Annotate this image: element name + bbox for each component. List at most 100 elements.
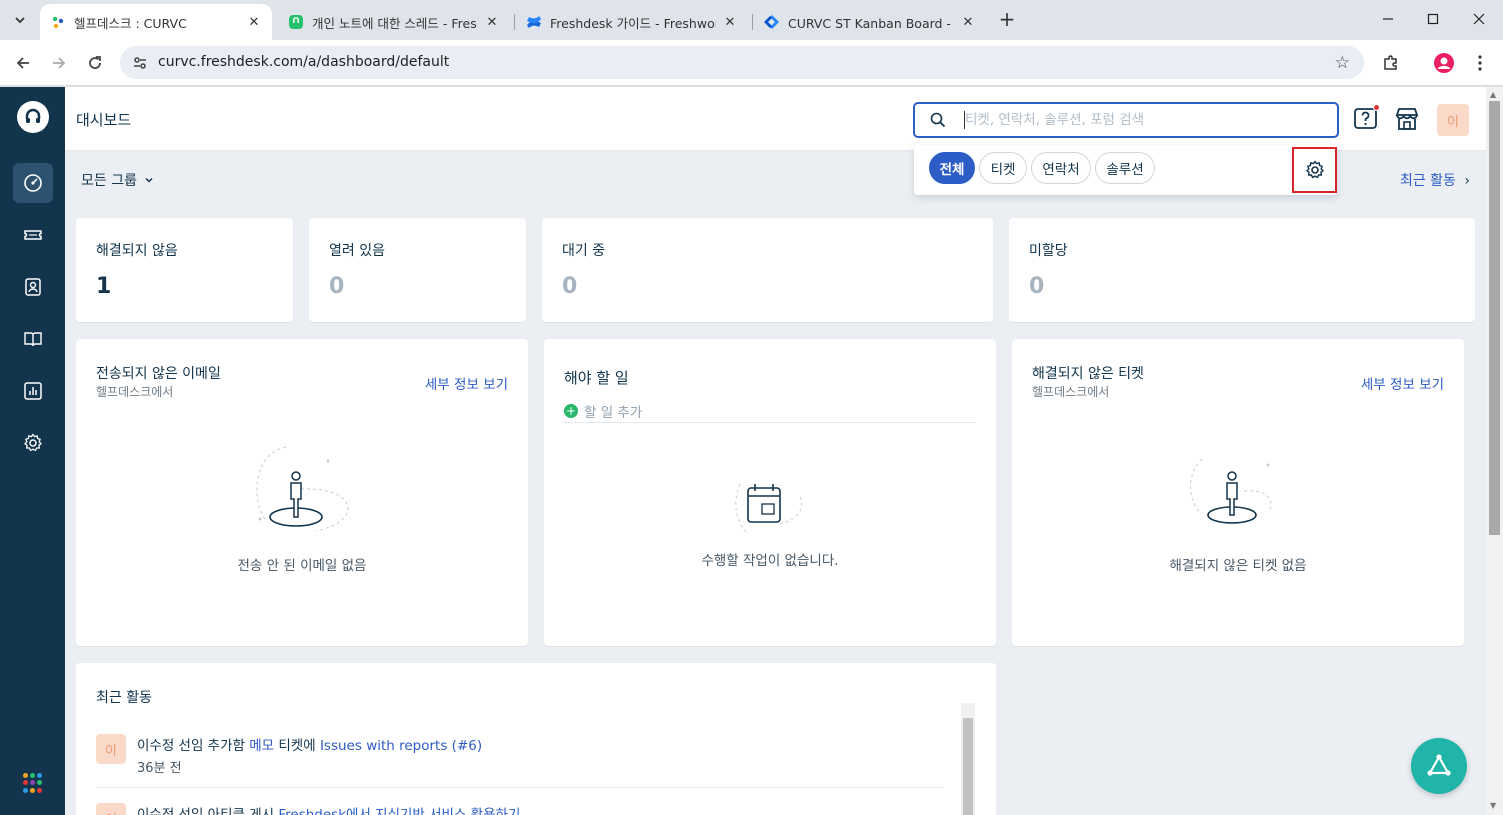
browser-tab-guide[interactable]: Freshdesk 가이드 - Freshworks ✕ (516, 4, 748, 40)
search-input[interactable] (965, 108, 1325, 132)
sidebar-item-admin[interactable] (13, 423, 53, 463)
widget-subtitle: 헬프데스크에서 (1032, 385, 1110, 399)
empty-message: 전송 안 된 이메일 없음 (237, 558, 367, 574)
scroll-up-arrow-icon[interactable]: ▲ (1490, 90, 1496, 99)
view-details-link[interactable]: 세부 정보 보기 (425, 373, 508, 393)
apps-grid-icon[interactable] (23, 773, 43, 793)
scroll-down-arrow-icon[interactable]: ▼ (1490, 801, 1496, 810)
tab-close-icon[interactable]: ✕ (484, 15, 500, 30)
activity-avatar: 이 (96, 803, 126, 815)
activity-ticket-link[interactable]: Issues with reports (#6) (320, 738, 482, 754)
site-settings-icon[interactable] (132, 55, 148, 75)
tab-close-icon[interactable]: ✕ (722, 15, 738, 30)
marketplace-button[interactable] (1393, 105, 1421, 133)
close-window-icon[interactable] (1469, 8, 1489, 30)
sidebar-item-dashboard[interactable] (13, 163, 53, 203)
activity-scrollbar-thumb[interactable] (963, 718, 973, 815)
recent-activity-label: 최근 활동 (1399, 173, 1456, 189)
group-filter-dropdown[interactable]: 모든 그룹 (81, 170, 154, 190)
reload-icon[interactable] (85, 53, 105, 73)
global-search[interactable] (913, 102, 1339, 138)
search-icon (930, 112, 946, 132)
browser-tabstrip: 헬프데스크 : CURVC ✕ 개인 노트에 대한 스레드 - Fres ✕ F… (0, 0, 1503, 40)
empty-person-illustration-icon (1190, 458, 1272, 524)
extensions-puzzle-icon[interactable] (1379, 51, 1403, 75)
maximize-icon[interactable] (1423, 8, 1443, 30)
widget-title: 최근 활동 (96, 690, 152, 706)
profile-avatar-icon[interactable] (1432, 51, 1456, 75)
empty-message: 수행할 작업이 없습니다. (701, 553, 839, 569)
view-details-link[interactable]: 세부 정보 보기 (1361, 373, 1444, 393)
widget-title: 전송되지 않은 이메일 (96, 366, 221, 382)
back-arrow-icon[interactable] (13, 53, 33, 73)
activity-note-link[interactable]: 메모 (249, 738, 274, 754)
stat-label: 열려 있음 (329, 243, 385, 259)
recent-activity-link[interactable]: 최근 활동 › (1400, 170, 1470, 190)
tab-title: 헬프데스크 : CURVC (74, 15, 187, 31)
tab-separator (752, 14, 753, 30)
url-text[interactable]: curvc.freshdesk.com/a/dashboard/default (158, 54, 449, 70)
help-button[interactable] (1352, 104, 1380, 133)
app-header: 대시보드 이 (65, 87, 1486, 151)
tab-search-chevron-icon[interactable] (8, 8, 32, 32)
freshdesk-logo-icon[interactable] (17, 101, 49, 133)
tab-title: 개인 노트에 대한 스레드 - Fres (312, 15, 477, 31)
scope-chip-tickets[interactable]: 티켓 (979, 152, 1027, 184)
stat-value: 0 (1029, 274, 1045, 299)
stat-card-unassigned[interactable]: 미할당 0 (1009, 218, 1475, 322)
stat-card-pending[interactable]: 대기 중 0 (542, 218, 993, 322)
forward-arrow-icon[interactable] (49, 53, 69, 73)
widget-title: 해결되지 않은 티켓 (1032, 366, 1144, 382)
reports-chart-icon (24, 382, 42, 400)
sidebar-item-reports[interactable] (13, 371, 53, 411)
add-plus-icon: + (564, 403, 578, 418)
add-todo-label: 할 일 추가 (584, 404, 643, 421)
scope-chip-all[interactable]: 전체 (929, 152, 975, 184)
stat-value: 1 (96, 274, 112, 299)
tab-close-icon[interactable]: ✕ (246, 15, 262, 30)
browser-menu-icon[interactable] (1468, 51, 1492, 75)
dashboard-gauge-icon (24, 174, 42, 192)
tab-title: CURVC ST Kanban Board - 애자 (788, 15, 954, 31)
sidebar-item-tickets[interactable] (13, 215, 53, 255)
freshdesk-favicon-icon (50, 14, 66, 30)
sidebar-item-contacts[interactable] (13, 267, 53, 307)
widget-todo: 해야 할 일 + 할 일 추가 수행할 작업이 없습니다. (544, 339, 996, 646)
bookmark-star-icon[interactable]: ☆ (1335, 53, 1350, 73)
book-icon (24, 332, 42, 347)
page-scrollbar-thumb[interactable] (1489, 101, 1500, 535)
stat-value: 0 (562, 274, 578, 299)
page-scrollbar[interactable]: ▲ ▼ (1486, 87, 1503, 815)
stat-card-unresolved[interactable]: 해결되지 않음 1 (76, 218, 293, 322)
search-scope-dropdown: 전체 티켓 연락처 솔루션 (914, 145, 1337, 195)
notification-dot (1373, 104, 1380, 111)
stat-label: 미할당 (1029, 243, 1068, 259)
tab-close-icon[interactable]: ✕ (960, 15, 976, 30)
settings-gear-icon (24, 433, 42, 452)
chevron-right-icon: › (1464, 173, 1470, 189)
empty-person-illustration-icon (256, 446, 349, 532)
address-bar[interactable]: curvc.freshdesk.com/a/dashboard/default … (120, 46, 1364, 79)
user-avatar[interactable]: 이 (1437, 104, 1469, 136)
jira-favicon-icon (764, 14, 780, 30)
new-tab-button[interactable]: + (996, 8, 1018, 32)
freshdesk-green-favicon-icon (288, 14, 304, 30)
tab-separator (514, 14, 515, 30)
browser-tab-kanban[interactable]: CURVC ST Kanban Board - 애자 ✕ (754, 4, 986, 40)
widget-unsent-email: 전송되지 않은 이메일 헬프데스크에서 세부 정보 보기 전송 안 된 이메일 … (76, 339, 528, 646)
search-settings-button[interactable] (1292, 147, 1337, 193)
activity-scrollbar[interactable] (961, 703, 975, 815)
browser-tab-thread[interactable]: 개인 노트에 대한 스레드 - Fres ✕ (278, 4, 510, 40)
chevron-down-icon (145, 177, 153, 183)
minimize-icon[interactable] (1378, 8, 1398, 30)
scope-chip-contacts[interactable]: 연락처 (1031, 152, 1091, 184)
widget-unresolved-tickets: 해결되지 않은 티켓 헬프데스크에서 세부 정보 보기 해결되지 않은 티켓 없… (1012, 339, 1464, 646)
widget-title: 해야 할 일 (564, 369, 629, 387)
sidebar-item-solutions[interactable] (13, 319, 53, 359)
scope-chip-solutions[interactable]: 솔루션 (1095, 152, 1155, 184)
browser-tab-helpdesk[interactable]: 헬프데스크 : CURVC ✕ (40, 4, 272, 40)
add-todo-input[interactable]: + 할 일 추가 (564, 399, 976, 423)
freddy-fab-button[interactable] (1411, 738, 1467, 794)
activity-article-link[interactable]: Freshdesk에서 지식기반 서비스 활용하기 (278, 807, 520, 815)
stat-card-open[interactable]: 열려 있음 0 (309, 218, 526, 322)
